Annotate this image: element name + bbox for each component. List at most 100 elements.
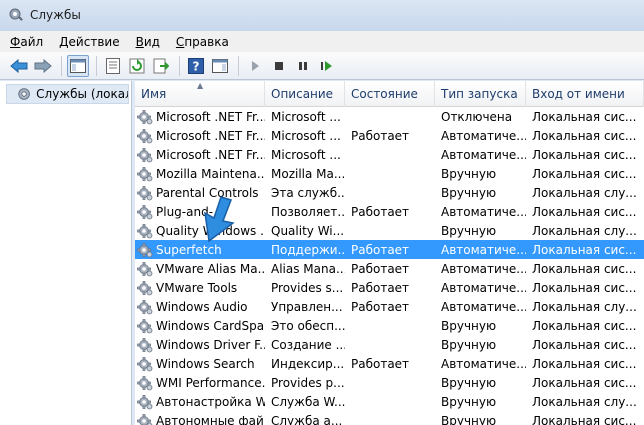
menu-action[interactable]: Действие xyxy=(59,35,119,49)
service-gear-icon xyxy=(137,375,153,390)
table-row[interactable]: VMware Tools Provides s... Работает Автомат… xyxy=(135,278,644,297)
menu-file[interactable]: Файл xyxy=(10,35,43,49)
service-logon-cell: Локальная сис... xyxy=(532,318,637,333)
table-row[interactable]: Windows CardSpa... Это обесп... Вручную Лок… xyxy=(135,316,644,335)
service-status-cell: Работает xyxy=(351,204,410,219)
table-row[interactable]: Quality Windows ... Quality Wi... Вручную Л… xyxy=(135,221,644,240)
column-headers: ▲ Имя Описание Состояние Тип запуска Вхо… xyxy=(135,81,644,107)
service-description-cell: Позволяет... xyxy=(271,204,345,219)
service-logon-cell: Локальная сис... xyxy=(532,147,637,162)
table-row[interactable]: Windows Audio Управлен... Работает Автомати… xyxy=(135,297,644,316)
service-status-cell: Работает xyxy=(351,280,410,295)
service-gear-icon xyxy=(137,204,153,219)
service-description-cell: Provides p... xyxy=(271,375,345,390)
services-gear-icon xyxy=(18,88,30,100)
properties-button[interactable] xyxy=(102,55,124,77)
table-row[interactable]: Windows Driver F... Создание ... Вручную Ло… xyxy=(135,335,644,354)
tree-item-label: Службы (локаль xyxy=(36,87,128,101)
svg-text:?: ? xyxy=(193,59,200,73)
service-logon-cell: Локальная сис... xyxy=(532,356,637,371)
table-row[interactable]: WMI Performance... Provides p... Вручную Ло… xyxy=(135,373,644,392)
back-arrow-icon xyxy=(10,58,28,73)
service-description-cell: Microsoft ... xyxy=(271,147,341,162)
table-row[interactable]: Автонастройка W... Служба W... Вручную Лока… xyxy=(135,392,644,411)
service-name-cell: Windows Audio xyxy=(135,297,265,316)
service-startup-cell: Вручную xyxy=(441,185,497,200)
service-startup-cell: Автоматиче... xyxy=(441,147,526,162)
service-status-cell xyxy=(345,183,435,202)
toolbar-separator xyxy=(238,55,239,76)
service-gear-icon xyxy=(137,128,153,143)
menu-help[interactable]: Справка xyxy=(176,35,229,49)
show-hide-action-pane-button[interactable] xyxy=(209,55,231,77)
column-header-description[interactable]: Описание xyxy=(265,81,345,107)
service-startup-cell: Вручную xyxy=(441,394,497,409)
menu-bar: Файл Действие Вид Справка xyxy=(0,30,644,52)
service-description-cell: Индексир... xyxy=(271,356,345,371)
toolbar-separator xyxy=(61,55,62,76)
service-startup-cell: Вручную xyxy=(441,413,497,425)
table-row[interactable]: VMware Alias Ma... Alias Mana... Работает А… xyxy=(135,259,644,278)
table-row[interactable]: Windows Search Индексир... Работает Автомат… xyxy=(135,354,644,373)
service-status-cell: Работает xyxy=(351,299,410,314)
table-row[interactable]: Microsoft .NET Fr... Microsoft ... Отключе… xyxy=(135,107,644,126)
service-rows: Microsoft .NET Fr... Microsoft ... Отключе… xyxy=(135,107,644,425)
service-startup-cell: Вручную xyxy=(441,337,497,352)
service-status-cell xyxy=(345,373,435,392)
service-description-cell: Quality Wi... xyxy=(271,223,345,238)
service-description-cell: Поддержи... xyxy=(271,242,345,257)
service-logon-cell: Локальная сис... xyxy=(532,109,637,124)
menu-view[interactable]: Вид xyxy=(136,35,160,49)
service-startup-cell: Вручную xyxy=(441,223,497,238)
service-logon-cell: Локальная сис... xyxy=(532,280,637,295)
service-startup-cell: Вручную xyxy=(441,375,497,390)
service-status-cell: Работает xyxy=(351,128,410,143)
service-description-cell: Microsoft ... xyxy=(271,128,341,143)
service-name-cell: Автономные фай... xyxy=(135,411,265,425)
stop-service-button[interactable] xyxy=(268,55,290,77)
table-row[interactable]: Автономные фай... Служба а... Вручную Локал… xyxy=(135,411,644,425)
service-startup-cell: Автоматиче... xyxy=(441,299,526,314)
table-row[interactable]: Parental Controls Эта служб... Вручную Лока… xyxy=(135,183,644,202)
pause-service-button[interactable] xyxy=(292,55,314,77)
service-name-cell: Windows Search xyxy=(135,354,265,373)
refresh-button[interactable] xyxy=(126,55,148,77)
service-startup-cell: Автоматиче... xyxy=(441,242,526,257)
table-row[interactable]: Microsoft .NET Fr... Microsoft ... Работае… xyxy=(135,126,644,145)
table-row[interactable]: Microsoft .NET Fr... Microsoft ... Автомат… xyxy=(135,145,644,164)
service-status-cell: Работает xyxy=(351,261,410,276)
service-name-cell: Windows CardSpa... xyxy=(135,316,265,335)
table-row[interactable]: Superfetch Поддержи... Работает Автоматиче.… xyxy=(135,240,644,259)
service-gear-icon xyxy=(137,166,153,181)
start-service-button[interactable] xyxy=(244,55,266,77)
service-description-cell: Создание ... xyxy=(271,337,345,352)
column-header-startup-type[interactable]: Тип запуска xyxy=(435,81,526,107)
service-gear-icon xyxy=(137,185,153,200)
back-button[interactable] xyxy=(8,55,30,77)
table-row[interactable]: Mozilla Maintena... Mozilla Ma... Вручную Л… xyxy=(135,164,644,183)
table-row[interactable]: Plug-and-... Позволяет... Работает Автомати… xyxy=(135,202,644,221)
export-list-button[interactable] xyxy=(150,55,172,77)
restart-service-button[interactable] xyxy=(316,55,338,77)
forward-arrow-icon xyxy=(34,58,52,73)
service-gear-icon xyxy=(137,223,153,238)
toolbar-separator xyxy=(179,55,180,76)
service-logon-cell: Локальная сис... xyxy=(532,204,637,219)
service-logon-cell: Локальная слу... xyxy=(532,299,637,314)
service-description-cell: Это обесп... xyxy=(271,318,345,333)
console-tree-icon xyxy=(70,58,86,73)
service-name-cell: Mozilla Maintena... xyxy=(135,164,265,183)
console-tree-button[interactable] xyxy=(67,54,89,77)
service-name-cell: WMI Performance... xyxy=(135,373,265,392)
column-header-logon-as[interactable]: Вход от имени xyxy=(526,81,644,107)
tree-item-services-local[interactable]: Службы (локаль xyxy=(6,84,129,104)
service-description-cell: Управлен... xyxy=(271,299,343,314)
help-button[interactable]: ? xyxy=(185,55,207,77)
forward-button[interactable] xyxy=(32,55,54,77)
service-status-cell xyxy=(345,164,435,183)
column-header-status[interactable]: Состояние xyxy=(345,81,435,107)
service-startup-cell: Вручную xyxy=(441,318,497,333)
column-header-name[interactable]: ▲ Имя xyxy=(135,81,265,107)
service-name-cell: Microsoft .NET Fr... xyxy=(135,107,265,126)
service-logon-cell: Локальная сис... xyxy=(532,413,637,425)
